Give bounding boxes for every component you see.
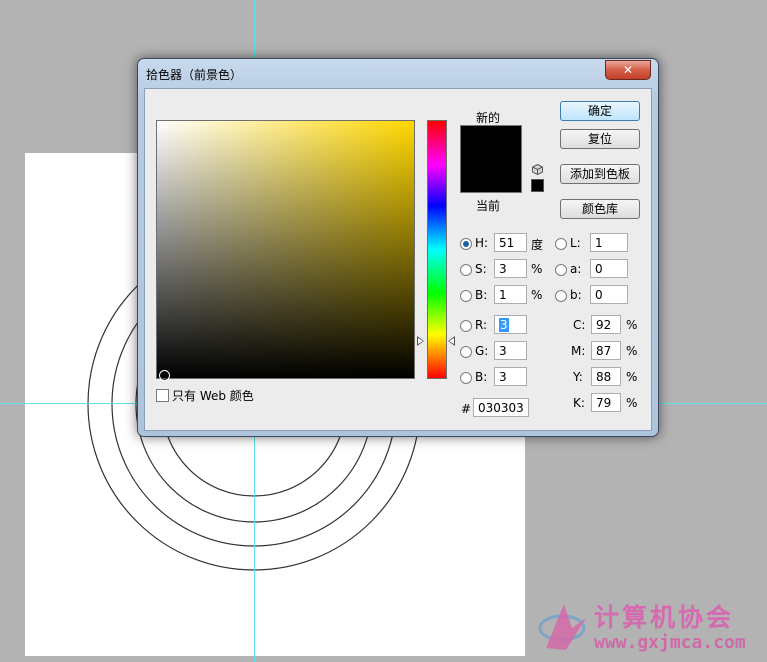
hue-slider-right-arrow-icon[interactable]: [448, 336, 455, 346]
hue-slider-left-arrow-icon[interactable]: [417, 336, 424, 346]
label-b-blue: B:: [475, 370, 488, 384]
k-input[interactable]: 79: [591, 393, 621, 412]
close-icon: ✕: [622, 63, 634, 77]
watermark: 计算机协会 www.gxjmca.com: [536, 596, 764, 658]
checkbox-icon[interactable]: [156, 389, 169, 402]
radio-h[interactable]: [460, 238, 472, 250]
current-color-label: 当前: [476, 199, 501, 213]
c-input[interactable]: 92: [591, 315, 621, 334]
label-b-lab: b:: [570, 288, 582, 302]
b-brightness-unit: %: [531, 288, 543, 302]
l-input[interactable]: 1: [590, 233, 628, 252]
hue-slider[interactable]: [427, 120, 447, 379]
radio-r[interactable]: [460, 320, 472, 332]
radio-l[interactable]: [555, 238, 567, 250]
radio-s[interactable]: [460, 264, 472, 276]
r-input[interactable]: 3: [494, 315, 527, 334]
r-input-selected-value: 3: [499, 318, 509, 332]
c-unit: %: [626, 318, 638, 332]
color-preview-swatch[interactable]: [460, 125, 522, 193]
radio-a[interactable]: [555, 264, 567, 276]
y-input[interactable]: 88: [591, 367, 621, 386]
s-unit: %: [531, 262, 543, 276]
h-unit: 度: [531, 238, 544, 252]
color-picker-dialog: 拾色器（前景色） ✕ 只有 Web 颜色 新的 当前 确定 复位 添加到色板 颜…: [137, 58, 659, 437]
radio-b-brightness[interactable]: [460, 290, 472, 302]
label-g: G:: [475, 344, 489, 358]
out-of-gamut-cube-icon[interactable]: [532, 164, 543, 175]
reset-button[interactable]: 复位: [560, 129, 640, 149]
h-input[interactable]: 51: [494, 233, 527, 252]
a-input[interactable]: 0: [590, 259, 628, 278]
radio-b-lab[interactable]: [555, 290, 567, 302]
color-field[interactable]: [156, 120, 415, 381]
dialog-client-area: 只有 Web 颜色 新的 当前 确定 复位 添加到色板 颜色库 H: 51 度 …: [144, 88, 652, 431]
b-lab-input[interactable]: 0: [590, 285, 628, 304]
s-input[interactable]: 3: [494, 259, 527, 278]
m-input[interactable]: 87: [591, 341, 621, 360]
label-a: a:: [570, 262, 582, 276]
label-y: Y:: [573, 370, 583, 384]
label-b-brightness: B:: [475, 288, 488, 302]
label-c: C:: [573, 318, 586, 332]
ok-button[interactable]: 确定: [560, 101, 640, 121]
close-button[interactable]: ✕: [605, 60, 651, 80]
m-unit: %: [626, 344, 638, 358]
web-colors-only-checkbox[interactable]: 只有 Web 颜色: [156, 387, 254, 404]
web-colors-only-label: 只有 Web 颜色: [172, 389, 254, 403]
color-field-handle[interactable]: [159, 370, 170, 381]
label-s: S:: [475, 262, 487, 276]
label-k: K:: [573, 396, 585, 410]
radio-b-blue[interactable]: [460, 372, 472, 384]
color-libraries-button[interactable]: 颜色库: [560, 199, 640, 219]
new-color-label: 新的: [476, 111, 501, 125]
label-r: R:: [475, 318, 488, 332]
watermark-logo-icon: [538, 604, 586, 650]
g-input[interactable]: 3: [494, 341, 527, 360]
watermark-url: www.gxjmca.com: [594, 632, 746, 653]
b-blue-input[interactable]: 3: [494, 367, 527, 386]
k-unit: %: [626, 396, 638, 410]
radio-g[interactable]: [460, 346, 472, 358]
hex-label: #: [461, 402, 472, 416]
label-h: H:: [475, 236, 489, 250]
hex-input[interactable]: 030303: [473, 398, 529, 417]
web-safe-color-swatch[interactable]: [531, 179, 544, 192]
b-brightness-input[interactable]: 1: [494, 285, 527, 304]
watermark-title: 计算机协会: [594, 603, 735, 632]
add-to-swatches-button[interactable]: 添加到色板: [560, 164, 640, 184]
label-l: L:: [570, 236, 581, 250]
label-m: M:: [571, 344, 586, 358]
y-unit: %: [626, 370, 638, 384]
dialog-title: 拾色器（前景色）: [146, 68, 243, 82]
